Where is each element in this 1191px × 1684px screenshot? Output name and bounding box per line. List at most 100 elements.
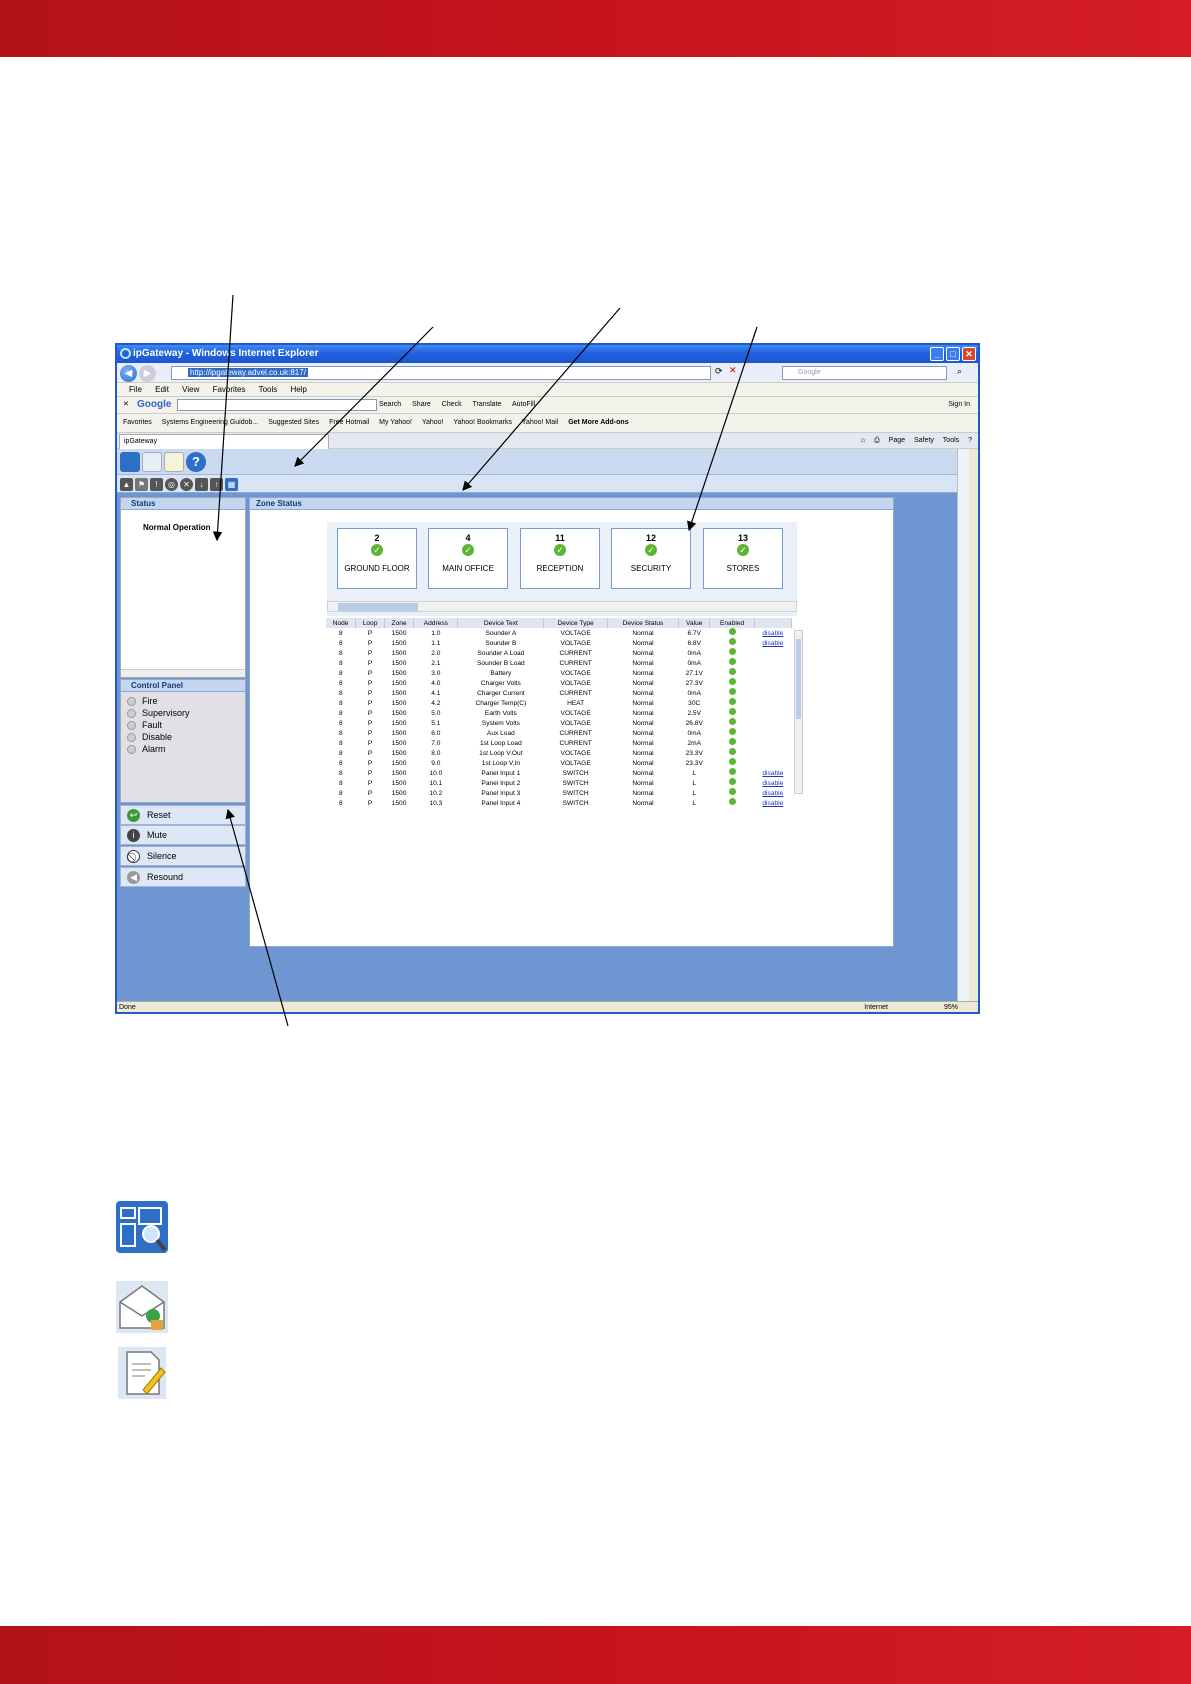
close-button[interactable]: ✕ bbox=[962, 347, 976, 361]
forward-icon[interactable]: ▶ bbox=[139, 365, 156, 382]
google-translate-button[interactable]: Translate bbox=[472, 401, 501, 408]
help-icon[interactable]: ? bbox=[968, 437, 972, 444]
help-icon[interactable]: ? bbox=[186, 452, 206, 472]
resound-button[interactable]: ◀ Resound bbox=[120, 867, 246, 887]
zone-card[interactable]: 4 ✓ MAIN OFFICE bbox=[428, 528, 508, 589]
favorites-bar: Favorites Systems Engineering Guidob... … bbox=[117, 414, 978, 433]
refresh-icon[interactable]: ⟳ bbox=[715, 366, 723, 377]
email-settings-icon[interactable] bbox=[142, 452, 162, 472]
menu-tools[interactable]: Tools bbox=[259, 385, 278, 394]
favorite-link[interactable]: Yahoo! bbox=[422, 419, 444, 426]
disable-link[interactable]: disable bbox=[754, 798, 791, 808]
disable-link[interactable]: disable bbox=[754, 628, 791, 638]
zone-card[interactable]: 11 ✓ RECEPTION bbox=[520, 528, 600, 589]
silence-label: Silence bbox=[147, 851, 177, 861]
favorite-link[interactable]: Suggested Sites bbox=[268, 419, 319, 426]
tab-ipgateway[interactable]: ipGateway bbox=[119, 434, 329, 449]
zone-card[interactable]: 13 ✓ STORES bbox=[703, 528, 783, 589]
favorites-button[interactable]: Favorites bbox=[123, 419, 152, 426]
menu-edit[interactable]: Edit bbox=[155, 385, 169, 394]
disable-link[interactable]: disable bbox=[754, 638, 791, 648]
warning-icon[interactable]: ! bbox=[150, 478, 163, 491]
google-check-button[interactable]: Check bbox=[442, 401, 462, 408]
google-share-button[interactable]: Share bbox=[412, 401, 431, 408]
zone-card[interactable]: 12 ✓ SECURITY bbox=[611, 528, 691, 589]
zoom-level[interactable]: 95% bbox=[944, 1002, 958, 1012]
scrollbar-thumb[interactable] bbox=[338, 603, 418, 611]
menu-bar: File Edit View Favorites Tools Help bbox=[117, 383, 978, 397]
menu-help[interactable]: Help bbox=[291, 385, 307, 394]
scrollbar-thumb[interactable] bbox=[796, 639, 801, 719]
table-cell: 8 bbox=[339, 699, 343, 707]
favorite-link[interactable]: Free Hotmail bbox=[329, 419, 369, 426]
google-search-button[interactable]: Search bbox=[379, 401, 401, 408]
tools-menu[interactable]: Tools bbox=[943, 437, 959, 444]
zone-map-icon[interactable] bbox=[120, 452, 140, 472]
search-input[interactable]: Google bbox=[782, 366, 947, 380]
device-table-scrollbar[interactable] bbox=[794, 630, 803, 794]
favorite-link[interactable]: My Yahoo! bbox=[379, 419, 412, 426]
zone-status-title: Zone Status bbox=[250, 498, 893, 510]
enabled-cell bbox=[710, 748, 754, 758]
table-cell: HEAT bbox=[567, 699, 585, 707]
disable-link[interactable]: disable bbox=[754, 778, 791, 788]
menu-view[interactable]: View bbox=[182, 385, 199, 394]
flag-icon[interactable]: ⚑ bbox=[135, 478, 148, 491]
enabled-check-icon bbox=[728, 698, 736, 705]
edit-document-icon[interactable] bbox=[164, 452, 184, 472]
menu-favorites[interactable]: Favorites bbox=[213, 385, 246, 394]
disable-link[interactable]: disable bbox=[754, 788, 791, 798]
zone-scrollbar[interactable] bbox=[327, 601, 797, 612]
table-cell: 6.8V bbox=[687, 639, 702, 647]
mute-button[interactable]: i Mute bbox=[120, 825, 246, 845]
home-icon[interactable]: ⌂ bbox=[861, 437, 865, 444]
minimize-button[interactable]: _ bbox=[930, 347, 944, 361]
table-row: 8 P 1500 2.0 Sounder A Load CURRENT Normal 0mA bbox=[326, 648, 792, 658]
favorite-link[interactable]: Systems Engineering Guidob... bbox=[162, 419, 259, 426]
table-cell: L bbox=[692, 779, 697, 787]
fire-icon[interactable]: ▲ bbox=[120, 478, 133, 491]
page-scrollbar[interactable] bbox=[957, 449, 969, 1001]
google-autofill-button[interactable]: AutoFill bbox=[512, 401, 535, 408]
table-cell: 1.1 bbox=[431, 639, 441, 647]
table-cell: P bbox=[367, 779, 373, 787]
table-cell: P bbox=[367, 679, 373, 687]
disable-link bbox=[754, 678, 791, 688]
address-bar[interactable]: http://ipgateway.advel.co.uk:817/ bbox=[171, 366, 711, 380]
silence-button[interactable]: ⃠ Silence bbox=[120, 846, 246, 866]
page-menu[interactable]: Page bbox=[889, 437, 905, 444]
sign-in-link[interactable]: Sign In bbox=[948, 397, 970, 413]
table-row: 8 P 1500 10.0 Panel Input 1 SWITCH Normal Ldisa… bbox=[326, 768, 792, 778]
status-scrollbar[interactable] bbox=[121, 669, 245, 677]
close-toolbar-icon[interactable]: ✕ bbox=[123, 397, 129, 413]
table-cell: 5.1 bbox=[431, 719, 441, 727]
table-cell: Normal bbox=[632, 779, 654, 787]
google-search-input[interactable] bbox=[177, 399, 377, 411]
print-icon[interactable]: ⎙ bbox=[874, 437, 880, 444]
search-icon[interactable]: ⌕ bbox=[957, 366, 962, 377]
menu-file[interactable]: File bbox=[129, 385, 142, 394]
table-cell: Normal bbox=[632, 679, 654, 687]
safety-menu[interactable]: Safety bbox=[914, 437, 934, 444]
bell-icon[interactable]: ◎ bbox=[165, 478, 178, 491]
disable-link bbox=[754, 728, 791, 738]
cancel-icon[interactable]: ✕ bbox=[180, 478, 193, 491]
disable-link[interactable]: disable bbox=[754, 768, 791, 778]
table-cell: Normal bbox=[632, 709, 654, 717]
get-addons-link[interactable]: Get More Add-ons bbox=[568, 419, 628, 426]
favorite-link[interactable]: Yahoo! Mail bbox=[522, 419, 558, 426]
stop-icon[interactable]: ✕ bbox=[729, 365, 737, 376]
network-icon[interactable]: ▦ bbox=[225, 478, 238, 491]
zone-number: 13 bbox=[737, 533, 748, 543]
download-icon[interactable]: ↓ bbox=[195, 478, 208, 491]
maximize-button[interactable]: □ bbox=[946, 347, 960, 361]
table-cell: 0mA bbox=[687, 689, 701, 697]
enabled-check-icon bbox=[728, 648, 736, 655]
upload-icon[interactable]: ↑ bbox=[210, 478, 223, 491]
zone-card[interactable]: 2 ✓ GROUND FLOOR bbox=[337, 528, 417, 589]
led-icon bbox=[127, 732, 136, 742]
back-icon[interactable]: ◀ bbox=[120, 365, 137, 382]
table-cell: 10.1 bbox=[429, 779, 443, 787]
reset-button[interactable]: ↩ Reset bbox=[120, 805, 246, 825]
favorite-link[interactable]: Yahoo! Bookmarks bbox=[453, 419, 512, 426]
